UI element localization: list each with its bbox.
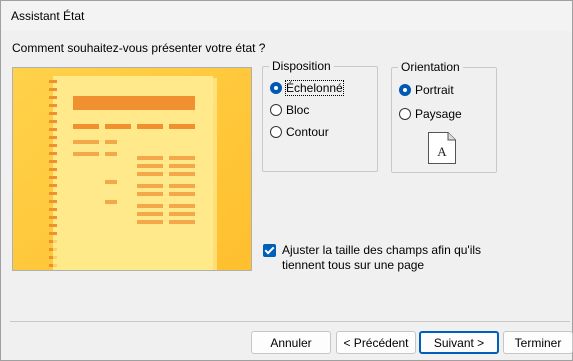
footer-divider (10, 321, 570, 322)
fit-fields-label: Ajuster la taille des champs afin qu'ils… (282, 243, 482, 272)
radio-bloc-label: Bloc (286, 103, 310, 117)
layout-group-legend: Disposition (272, 59, 331, 73)
radio-bloc[interactable]: Bloc (270, 103, 309, 117)
title-bar[interactable]: Assistant État (1, 1, 572, 31)
page-icon-letter: A (437, 144, 447, 159)
radio-portrait[interactable]: Portrait (399, 83, 454, 97)
radio-indicator[interactable] (399, 108, 411, 120)
checkbox-checked-indicator[interactable] (263, 244, 276, 257)
orientation-group-legend: Orientation (401, 60, 460, 74)
radio-paysage[interactable]: Paysage (399, 107, 462, 121)
cancel-button[interactable]: Annuler (251, 331, 331, 354)
fit-fields-checkbox[interactable]: Ajuster la taille des champs afin qu'ils… (263, 243, 522, 273)
radio-indicator[interactable] (270, 126, 282, 138)
finish-button[interactable]: Terminer (503, 331, 573, 354)
radio-selected-indicator[interactable] (399, 84, 411, 96)
previous-button[interactable]: < Précédent (336, 331, 416, 354)
radio-echelonne-label: Échelonné (285, 80, 344, 96)
next-button[interactable]: Suivant > (419, 331, 499, 354)
radio-indicator[interactable] (270, 104, 282, 116)
radio-portrait-label: Portrait (415, 83, 454, 97)
wizard-prompt: Comment souhaitez-vous présenter votre é… (12, 41, 266, 55)
layout-preview-image (12, 67, 252, 271)
radio-paysage-label: Paysage (415, 107, 462, 121)
radio-selected-indicator[interactable] (270, 82, 282, 94)
radio-contour-label: Contour (286, 125, 329, 139)
report-wizard-window: Assistant État Comment souhaitez-vous pr… (0, 0, 573, 361)
radio-contour[interactable]: Contour (270, 125, 329, 139)
radio-echelonne[interactable]: Échelonné (270, 80, 344, 96)
window-title: Assistant État (11, 9, 85, 23)
portrait-page-icon: A (428, 132, 456, 164)
